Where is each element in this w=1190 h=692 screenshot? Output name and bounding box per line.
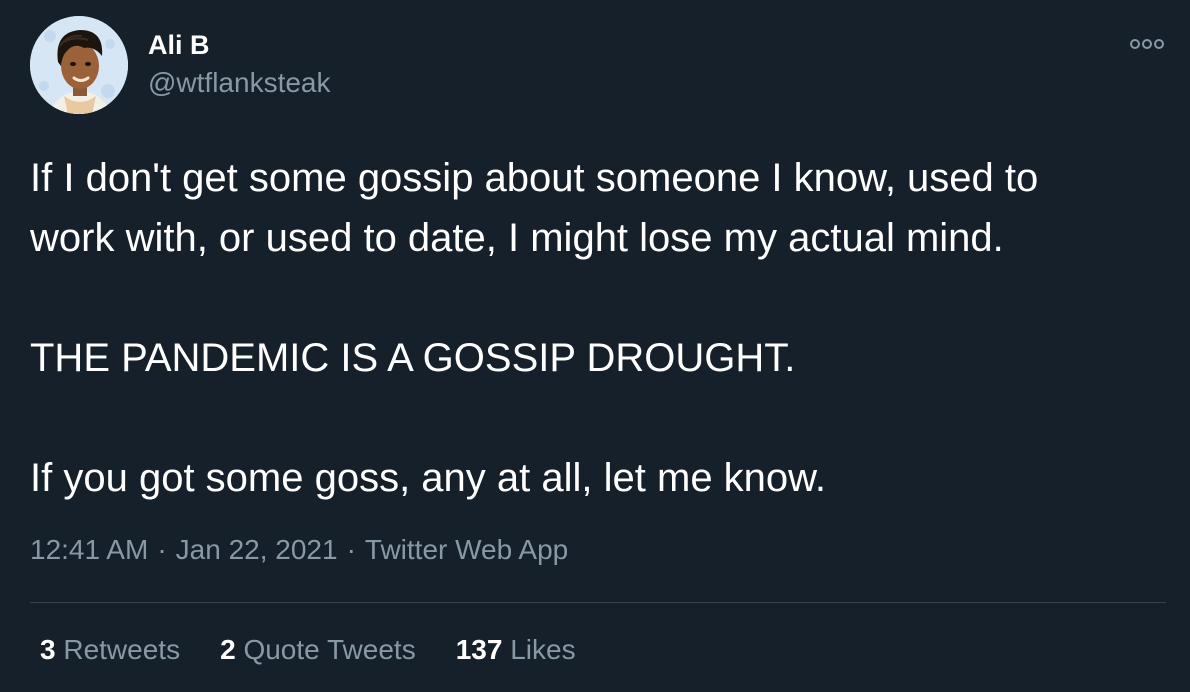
tweet-line: work with, or used to date, I might lose… [30, 216, 1004, 260]
tweet-metadata: 12:41 AM · Jan 22, 2021 · Twitter Web App [30, 534, 568, 566]
retweets-label: Retweets [63, 634, 181, 665]
tweet-line: If you got some goss, any at all, let me… [30, 456, 826, 500]
retweets-stat[interactable]: 3 Retweets [40, 634, 180, 666]
tweet-line: If I don't get some gossip about someone… [30, 156, 1039, 200]
retweets-count: 3 [40, 634, 56, 665]
quote-tweets-label: Quote Tweets [243, 634, 416, 665]
author-display-name[interactable]: Ali B [148, 30, 210, 61]
meta-separator: · [346, 534, 356, 565]
tweet-text: If I don't get some gossip about someone… [30, 148, 1170, 508]
avatar[interactable] [30, 16, 128, 114]
avatar-portrait-icon [30, 16, 128, 114]
meta-separator: · [157, 534, 167, 565]
divider [30, 602, 1166, 603]
likes-stat[interactable]: 137 Likes [456, 634, 576, 666]
tweet-line: THE PANDEMIC IS A GOSSIP DROUGHT. [30, 336, 796, 380]
quote-tweets-stat[interactable]: 2 Quote Tweets [220, 634, 416, 666]
tweet-source[interactable]: Twitter Web App [365, 534, 568, 565]
more-options-icon[interactable] [1128, 36, 1166, 52]
tweet-time[interactable]: 12:41 AM [30, 534, 148, 565]
author-handle[interactable]: @wtflanksteak [148, 67, 331, 99]
tweet-date[interactable]: Jan 22, 2021 [176, 534, 338, 565]
likes-count: 137 [455, 634, 503, 665]
quote-tweets-count: 2 [220, 634, 236, 665]
likes-label: Likes [510, 634, 576, 665]
tweet-stats: 3 Retweets 2 Quote Tweets 137 Likes [40, 634, 576, 666]
